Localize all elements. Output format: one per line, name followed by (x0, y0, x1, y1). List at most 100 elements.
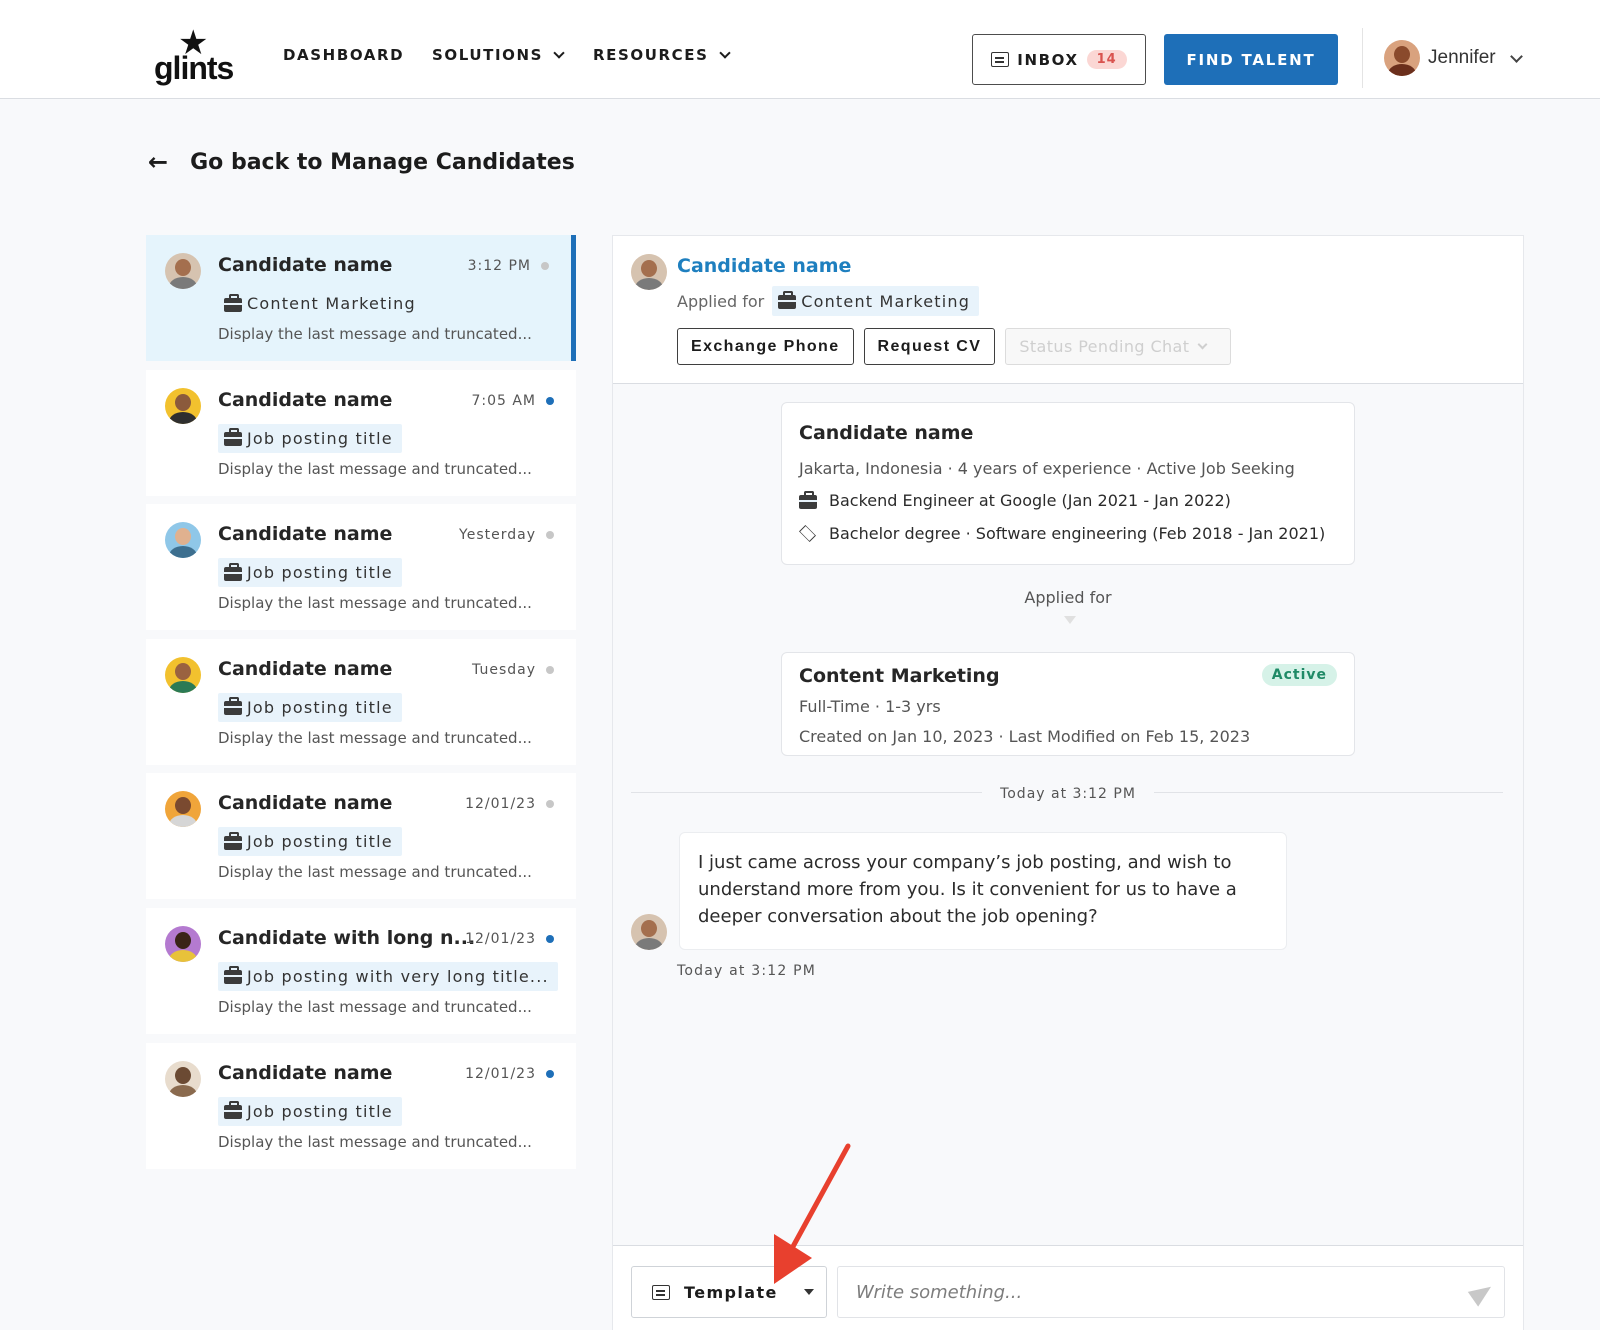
last-message: Display the last message and truncated..… (218, 1132, 532, 1151)
briefcase-icon (224, 697, 242, 716)
message-time: 12/01/23 (465, 796, 554, 812)
list-item[interactable]: Candidate with long n... 12/01/23 Job po… (146, 907, 576, 1034)
job-card[interactable]: Content Marketing Active Full-Time · 1-3… (781, 652, 1355, 756)
message-time: 3:12 PM (468, 258, 549, 274)
chat-candidate-name-link[interactable]: Candidate name (677, 255, 851, 277)
chevron-down-icon (1197, 339, 1208, 350)
unread-dot (546, 1069, 554, 1078)
status-dropdown[interactable]: Status Pending Chat (1005, 328, 1232, 365)
chat-icon (991, 52, 1010, 67)
message-time: 7:05 AM (471, 393, 554, 409)
chat-panel: Candidate name Applied for Content Marke… (612, 235, 1524, 1330)
candidate-name: Candidate with long n... (218, 926, 476, 949)
avatar (165, 387, 201, 424)
back-arrow-icon: ← (148, 148, 169, 176)
request-cv-button[interactable]: Request CV (863, 328, 996, 365)
last-message: Display the last message and truncated..… (218, 728, 532, 747)
caret-down-icon (803, 1289, 814, 1295)
unread-dot (546, 934, 554, 943)
job-type: Full-Time · 1-3 yrs (799, 697, 941, 716)
job-tag: Job posting title (218, 1096, 402, 1126)
top-header: ★ glints DASHBOARD SOLUTIONS RESOURCES I… (0, 0, 1600, 99)
candidate-name: Candidate name (218, 792, 393, 815)
list-item[interactable]: Candidate name 12/01/23 Job posting titl… (146, 773, 576, 900)
nav-dashboard[interactable]: DASHBOARD (283, 46, 404, 64)
avatar (165, 1060, 201, 1097)
avatar (165, 253, 201, 289)
applied-for-label: Applied for (1024, 588, 1112, 607)
avatar (1384, 40, 1420, 76)
list-item[interactable]: Candidate name 3:12 PM Content Marketing… (146, 235, 576, 361)
candidate-name: Candidate name (218, 523, 393, 546)
inbox-count-badge: 14 (1086, 50, 1127, 69)
briefcase-icon (224, 428, 242, 447)
find-talent-button[interactable]: FIND TALENT (1164, 34, 1338, 85)
briefcase-icon (224, 966, 242, 985)
message-composer: Template (613, 1245, 1523, 1330)
avatar (165, 522, 201, 559)
chat-header: Candidate name Applied for Content Marke… (613, 236, 1523, 384)
job-tag: Job posting title (218, 827, 402, 857)
chat-actions: Exchange Phone Request CV Status Pending… (677, 328, 1232, 365)
glints-logo[interactable]: ★ glints (154, 26, 238, 88)
chat-icon (652, 1284, 670, 1300)
list-item[interactable]: Candidate name 12/01/23 Job posting titl… (146, 1042, 576, 1169)
avatar (631, 914, 667, 950)
header-divider (1362, 28, 1363, 88)
candidate-profile-card: Candidate name Jakarta, Indonesia · 4 ye… (781, 402, 1355, 565)
avatar (165, 656, 201, 693)
profile-work: Backend Engineer at Google (Jan 2021 - J… (799, 490, 1231, 510)
exchange-phone-button[interactable]: Exchange Phone (677, 328, 854, 365)
list-item[interactable]: Candidate name Yesterday Job posting tit… (146, 504, 576, 631)
job-tag: Job posting with very long title... (218, 961, 558, 991)
read-dot (541, 262, 549, 270)
avatar (165, 925, 201, 962)
candidate-name: Candidate name (218, 1061, 393, 1084)
user-menu[interactable]: Jennifer (1384, 40, 1523, 76)
unread-dot (546, 396, 554, 405)
nav-solutions[interactable]: SOLUTIONS (432, 46, 565, 64)
message-time: Yesterday (459, 527, 554, 543)
last-message: Display the last message and truncated..… (218, 863, 532, 882)
message-time: Tuesday (472, 662, 554, 678)
date-divider-label: Today at 3:12 PM (613, 783, 1523, 802)
last-message: Display the last message and truncated..… (218, 325, 532, 343)
read-dot (546, 665, 554, 674)
job-tag: Content Marketing (772, 286, 980, 316)
read-dot (546, 531, 554, 540)
back-to-manage-candidates-link[interactable]: ← Go back to Manage Candidates (148, 148, 575, 176)
chevron-down-icon (718, 47, 731, 59)
profile-name: Candidate name (799, 422, 974, 444)
nav-resources[interactable]: RESOURCES (593, 46, 731, 64)
message-input[interactable] (837, 1266, 1505, 1318)
candidate-name: Candidate name (218, 388, 393, 411)
last-message: Display the last message and truncated..… (218, 594, 532, 613)
last-message: Display the last message and truncated..… (218, 459, 532, 478)
chevron-down-icon (553, 47, 565, 59)
profile-meta: Jakarta, Indonesia · 4 years of experien… (799, 459, 1295, 478)
inbox-button[interactable]: INBOX 14 (972, 34, 1146, 85)
connector-arrow-icon (1064, 616, 1076, 624)
job-tag: Job posting title (218, 558, 402, 588)
job-tag: Job posting title (218, 692, 402, 722)
briefcase-icon (224, 293, 242, 312)
message-timestamp: Today at 3:12 PM (677, 963, 817, 979)
job-title: Content Marketing (799, 665, 1000, 687)
read-dot (546, 800, 554, 809)
status-badge: Active (1261, 664, 1337, 686)
avatar (631, 254, 667, 290)
briefcase-icon (224, 562, 242, 581)
candidate-name: Candidate name (218, 657, 393, 680)
template-dropdown-button[interactable]: Template (631, 1266, 827, 1318)
list-item[interactable]: Candidate name 7:05 AM Job posting title… (146, 369, 576, 496)
list-item[interactable]: Candidate name Tuesday Job posting title… (146, 638, 576, 765)
briefcase-icon (224, 1101, 242, 1120)
candidate-name: Candidate name (218, 254, 393, 276)
candidate-list: Candidate name 3:12 PM Content Marketing… (146, 235, 576, 1177)
profile-education: Bachelor degree · Software engineering (… (799, 524, 1325, 543)
job-tag: Content Marketing (218, 289, 425, 318)
briefcase-icon (224, 831, 242, 850)
message-time: 12/01/23 (465, 1066, 554, 1082)
message-bubble: I just came across your company’s job po… (679, 832, 1287, 950)
briefcase-icon (799, 490, 817, 509)
